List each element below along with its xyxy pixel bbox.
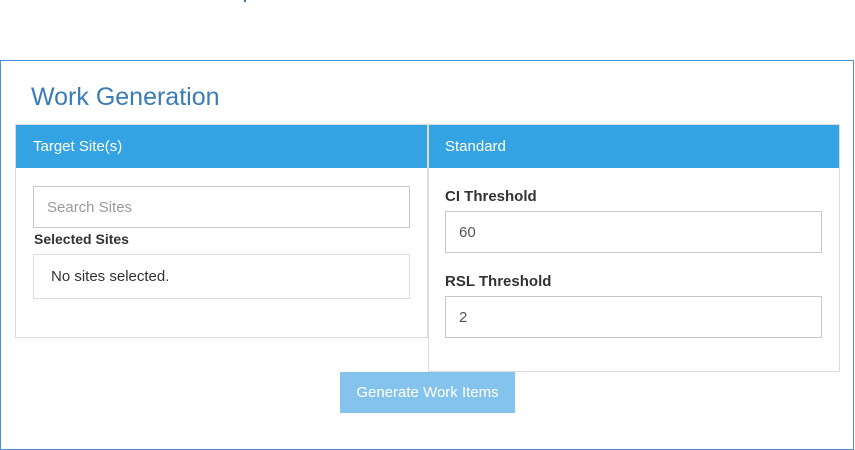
rsl-threshold-input[interactable] [445, 296, 822, 338]
target-sites-panel: Target Site(s) Selected Sites No sites s… [15, 124, 428, 338]
standard-panel: Standard CI Threshold RSL Threshold [428, 124, 840, 372]
stray-dot [244, 0, 246, 2]
search-sites-input[interactable] [33, 186, 410, 228]
selected-sites-label: Selected Sites [34, 231, 129, 247]
ci-threshold-label: CI Threshold [445, 188, 537, 205]
selected-sites-list: No sites selected. [33, 254, 410, 299]
selected-sites-empty-text: No sites selected. [51, 268, 170, 285]
standard-header: Standard [429, 125, 839, 168]
page-title: Work Generation [31, 83, 220, 111]
generate-work-items-button[interactable]: Generate Work Items [340, 372, 515, 413]
rsl-threshold-label: RSL Threshold [445, 273, 552, 290]
target-sites-header: Target Site(s) [16, 125, 427, 168]
ci-threshold-input[interactable] [445, 211, 822, 253]
